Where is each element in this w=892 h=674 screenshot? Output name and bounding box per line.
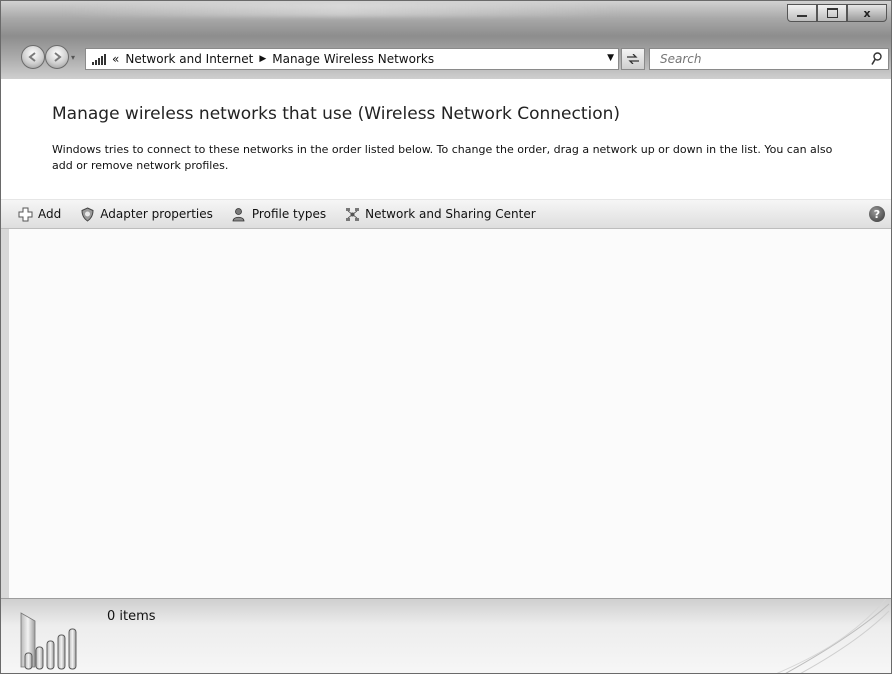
breadcrumb-overflow-button[interactable]: « <box>112 52 119 66</box>
adapter-properties-button[interactable]: Adapter properties <box>77 204 215 224</box>
help-button[interactable]: ? <box>869 206 885 222</box>
minimize-icon <box>797 15 807 17</box>
network-and-sharing-center-label: Network and Sharing Center <box>365 207 536 221</box>
page-title: Manage wireless networks that use (Wirel… <box>52 104 621 124</box>
back-arrow-icon <box>28 52 36 62</box>
forward-arrow-icon <box>54 52 62 62</box>
item-count: 0 items <box>107 609 156 624</box>
breadcrumb-separator-icon[interactable]: ▶ <box>259 54 266 64</box>
wireless-network-icon <box>20 612 77 670</box>
forward-button[interactable] <box>45 45 69 69</box>
add-button-label: Add <box>38 207 62 221</box>
network-icon <box>344 206 360 222</box>
details-pane: 0 items <box>1 598 891 673</box>
help-icon: ? <box>873 207 881 221</box>
refresh-button[interactable] <box>621 48 645 70</box>
adapter-properties-label: Adapter properties <box>100 207 213 221</box>
recent-pages-dropdown[interactable]: ▾ <box>71 53 75 62</box>
profile-types-label: Profile types <box>251 207 327 221</box>
profile-types-button[interactable]: Profile types <box>229 204 328 224</box>
decorative-swoosh <box>776 599 890 673</box>
close-icon: x <box>863 6 871 20</box>
shield-icon <box>79 206 95 222</box>
breadcrumb-network-and-internet[interactable]: Network and Internet <box>125 52 253 66</box>
title-bar: x ▾ « Network and Internet ▶ Manage Wire… <box>1 1 891 79</box>
search-box[interactable] <box>649 48 889 70</box>
back-button[interactable] <box>21 45 45 69</box>
page-header: Manage wireless networks that use (Wirel… <box>1 79 891 199</box>
caption-buttons: x <box>787 4 887 22</box>
refresh-icon <box>627 54 639 64</box>
add-icon <box>17 206 33 222</box>
search-input[interactable] <box>658 51 862 67</box>
maximize-icon <box>826 8 838 18</box>
wireless-signal-icon <box>92 53 106 65</box>
window: x ▾ « Network and Internet ▶ Manage Wire… <box>0 0 892 674</box>
address-dropdown-icon[interactable]: ▼ <box>607 53 614 63</box>
command-bar: Add Adapter properties Profile types Net… <box>1 199 891 229</box>
maximize-button[interactable] <box>817 4 847 22</box>
network-and-sharing-center-button[interactable]: Network and Sharing Center <box>342 204 538 224</box>
close-button[interactable]: x <box>847 4 887 22</box>
minimize-button[interactable] <box>787 4 817 22</box>
page-description: Windows tries to connect to these networ… <box>52 143 833 172</box>
address-bar[interactable]: « Network and Internet ▶ Manage Wireless… <box>85 48 619 70</box>
add-button[interactable]: Add <box>15 204 63 224</box>
user-icon <box>231 206 247 222</box>
network-list[interactable] <box>1 229 891 598</box>
search-icon[interactable] <box>871 52 882 66</box>
breadcrumb-manage-wireless-networks[interactable]: Manage Wireless Networks <box>272 52 434 66</box>
